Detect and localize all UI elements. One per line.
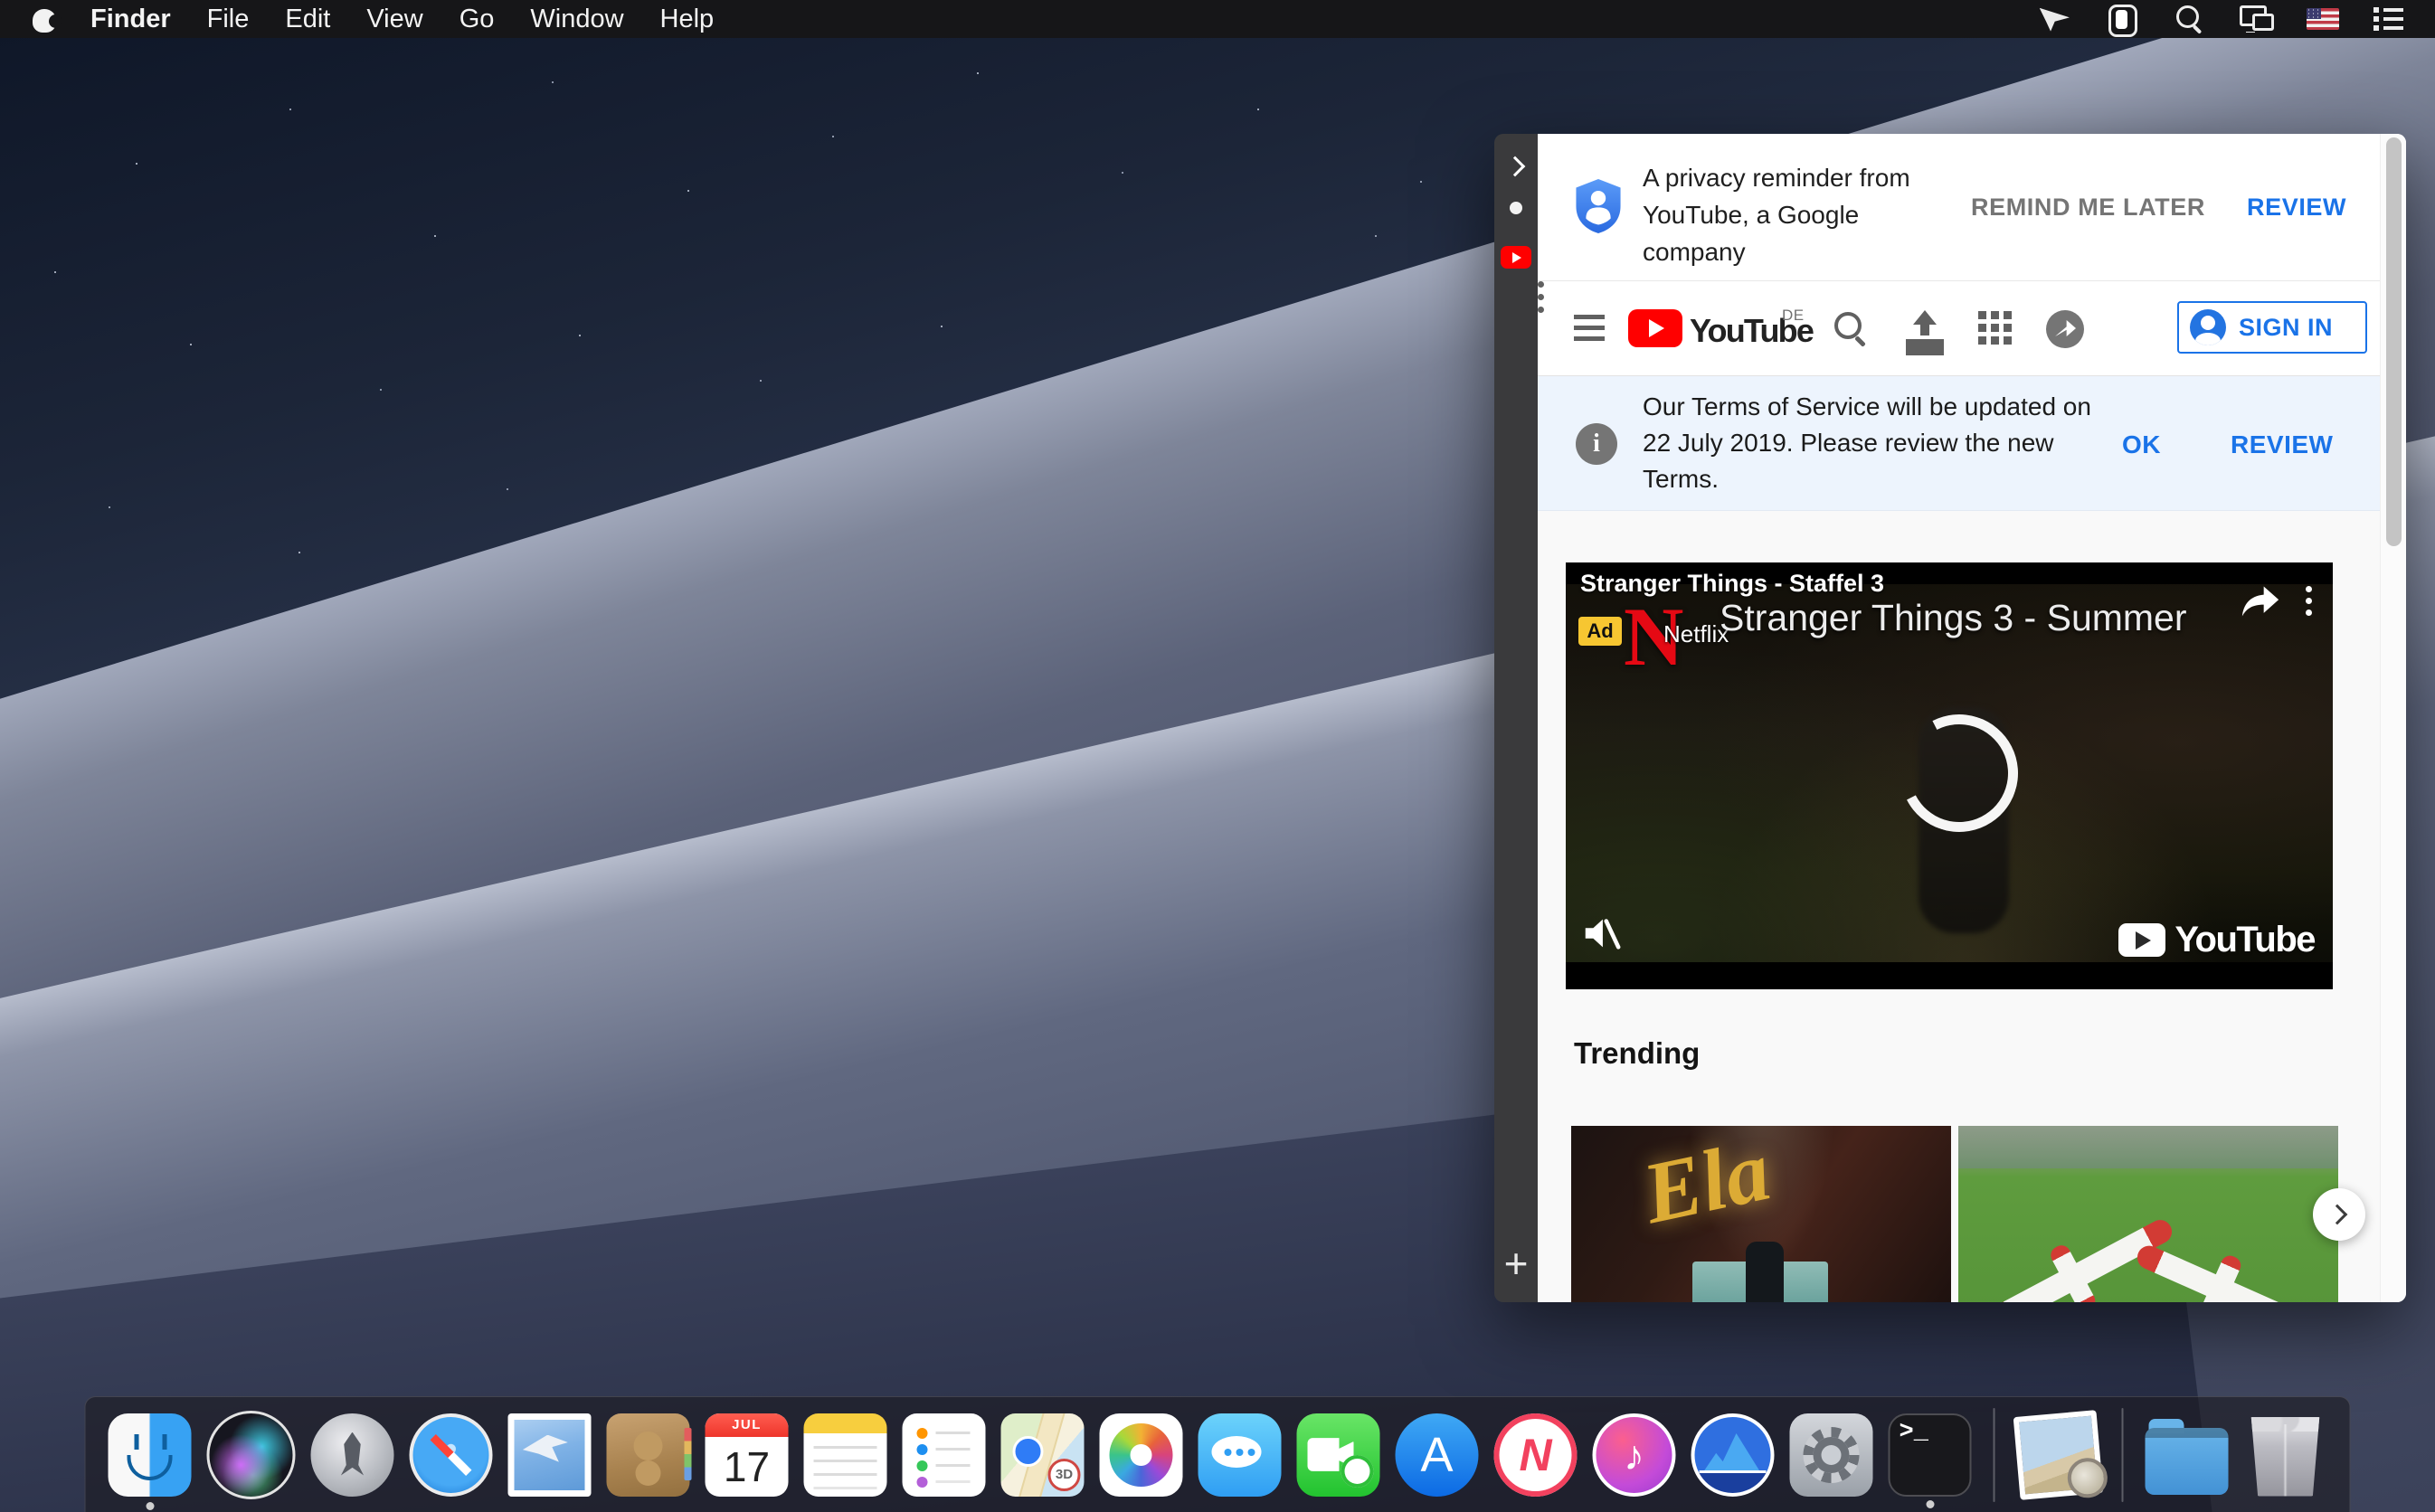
player-kebab-icon[interactable]	[2306, 586, 2313, 593]
running-indicator	[1927, 1500, 1935, 1508]
dock-mail-icon[interactable]	[508, 1413, 592, 1497]
dock-launchpad-icon[interactable]	[311, 1413, 394, 1497]
menu-item-go[interactable]: Go	[460, 5, 495, 34]
trending-thumbnail-1[interactable]: Ela	[1571, 1126, 1951, 1302]
scrollbar-thumb[interactable]	[2386, 137, 2402, 546]
sign-in-label: SIGN IN	[2239, 314, 2333, 342]
dock-preview-icon[interactable]	[2013, 1410, 2104, 1500]
dock-notes-icon[interactable]	[804, 1413, 887, 1497]
dock-safari-icon[interactable]	[410, 1413, 493, 1497]
dock-appstore-icon[interactable]: A	[1396, 1413, 1479, 1497]
letterbox	[1566, 962, 2333, 989]
dock-folder-icon[interactable]	[2146, 1428, 2229, 1495]
desktop: Finder File Edit View Go Window Help +	[0, 0, 2435, 1512]
dock-mountainapp-icon[interactable]	[1691, 1413, 1775, 1497]
dock-news-icon[interactable]: N	[1494, 1413, 1578, 1497]
menu-item-window[interactable]: Window	[530, 5, 623, 34]
menubar-listmenu-icon[interactable]	[2372, 4, 2406, 34]
remind-me-later-button[interactable]: REMIND ME LATER	[1971, 194, 2205, 222]
search-icon[interactable]	[1831, 308, 1871, 348]
dock-photos-icon[interactable]	[1100, 1413, 1183, 1497]
ad-title[interactable]: Stranger Things - Staffel 3	[1580, 570, 1884, 598]
trending-thumbnail-2[interactable]	[1958, 1126, 2338, 1302]
video-player[interactable]: N Stranger Things - Staffel 3 Ad Netflix…	[1566, 562, 2333, 989]
youtube-logo-icon[interactable]	[1628, 309, 1682, 347]
hamburger-menu-icon[interactable]	[1574, 315, 1605, 319]
thumbnail-detail	[1746, 1242, 1784, 1302]
menu-item-view[interactable]: View	[366, 5, 422, 34]
menubar-flag-us-icon[interactable]	[2307, 8, 2339, 30]
menubar-displays-icon[interactable]	[2240, 4, 2274, 34]
menu-item-help[interactable]: Help	[660, 5, 715, 34]
terms-message: Our Terms of Service will be updated on …	[1643, 389, 2095, 497]
terms-ok-button[interactable]: OK	[2122, 430, 2161, 459]
running-indicator	[147, 1502, 155, 1510]
dock-terminal-icon[interactable]: >_	[1889, 1413, 1972, 1497]
add-tab-button[interactable]: +	[1494, 1243, 1538, 1284]
dock-facetime-icon[interactable]	[1297, 1413, 1380, 1497]
youtube-header: YouTube DE SIGN IN	[1538, 281, 2406, 376]
collapse-chevron-icon[interactable]	[1505, 156, 1526, 177]
terms-notice: i Our Terms of Service will be updated o…	[1538, 376, 2406, 511]
dock-divider-icon[interactable]	[2122, 1408, 2124, 1502]
dock: JUL 17	[85, 1396, 2351, 1512]
dock-divider-icon[interactable]	[1994, 1408, 1995, 1502]
tab-dot-indicator[interactable]	[1510, 202, 1522, 214]
menubar-status-icons	[2039, 4, 2435, 34]
thumbnail-detail	[2134, 1242, 2317, 1302]
apps-grid-icon[interactable]	[1975, 308, 2015, 348]
dock-reminders-icon[interactable]	[903, 1413, 986, 1497]
dock-itunes-icon[interactable]: ♪	[1593, 1413, 1676, 1497]
dock-siri-icon[interactable]	[207, 1411, 296, 1499]
menu-item-finder[interactable]: Finder	[90, 5, 171, 34]
panel-tab-strip: +	[1494, 134, 1538, 1302]
privacy-banner: A privacy reminder from YouTube, a Googl…	[1538, 134, 2406, 281]
upload-icon[interactable]	[1905, 308, 1945, 348]
dock-calendar-icon[interactable]: JUL 17	[706, 1413, 789, 1497]
terms-review-button[interactable]: REVIEW	[2231, 430, 2333, 459]
youtube-watermark-icon	[2118, 923, 2165, 957]
dock-finder-icon[interactable]	[109, 1413, 192, 1497]
browser-side-panel: + A privacy reminder from YouTube, a Goo…	[1494, 134, 2406, 1302]
thumbnail-title-art: Ela	[1634, 1126, 1778, 1243]
youtube-region-label: DE	[1782, 307, 1805, 325]
panel-content: A privacy reminder from YouTube, a Googl…	[1538, 134, 2406, 1302]
menubar-pointer-icon[interactable]	[2039, 4, 2073, 34]
info-icon: i	[1576, 423, 1617, 465]
video-overlay-title: Stranger Things 3 - Summer	[1720, 597, 2187, 639]
mute-icon[interactable]	[1580, 912, 1622, 959]
dock-messages-icon[interactable]	[1199, 1413, 1282, 1497]
privacy-review-button[interactable]: REVIEW	[2247, 194, 2346, 222]
menu-item-edit[interactable]: Edit	[285, 5, 330, 34]
privacy-message: A privacy reminder from YouTube, a Googl…	[1643, 159, 1941, 270]
avatar-icon	[2190, 309, 2226, 345]
messages-icon[interactable]	[2046, 308, 2086, 348]
trending-heading: Trending	[1574, 1036, 1700, 1071]
menu-bar: Finder File Edit View Go Window Help	[0, 0, 2435, 38]
menu-items: Finder File Edit View Go Window Help	[90, 5, 714, 34]
sign-in-button[interactable]: SIGN IN	[2177, 301, 2367, 354]
scrollbar-track[interactable]	[2380, 134, 2406, 1302]
menubar-battery-icon[interactable]	[2106, 4, 2140, 34]
ad-badge: Ad	[1578, 617, 1622, 646]
dock-maps-icon[interactable]: 3D	[1001, 1413, 1085, 1497]
youtube-watermark[interactable]: YouTube	[2118, 920, 2315, 960]
dock-contacts-icon[interactable]	[607, 1413, 690, 1497]
menubar-spotlight-icon[interactable]	[2173, 4, 2207, 34]
youtube-watermark-text: YouTube	[2174, 920, 2315, 960]
carousel-next-button[interactable]	[2313, 1188, 2365, 1241]
privacy-shield-icon	[1576, 179, 1621, 238]
share-icon[interactable]	[2241, 584, 2280, 623]
dock-trash-icon[interactable]	[2244, 1413, 2327, 1497]
youtube-tab-icon[interactable]	[1501, 246, 1531, 269]
apple-menu-icon[interactable]	[33, 5, 56, 33]
menu-item-file[interactable]: File	[207, 5, 250, 34]
dock-sysprefs-icon[interactable]	[1790, 1413, 1873, 1497]
